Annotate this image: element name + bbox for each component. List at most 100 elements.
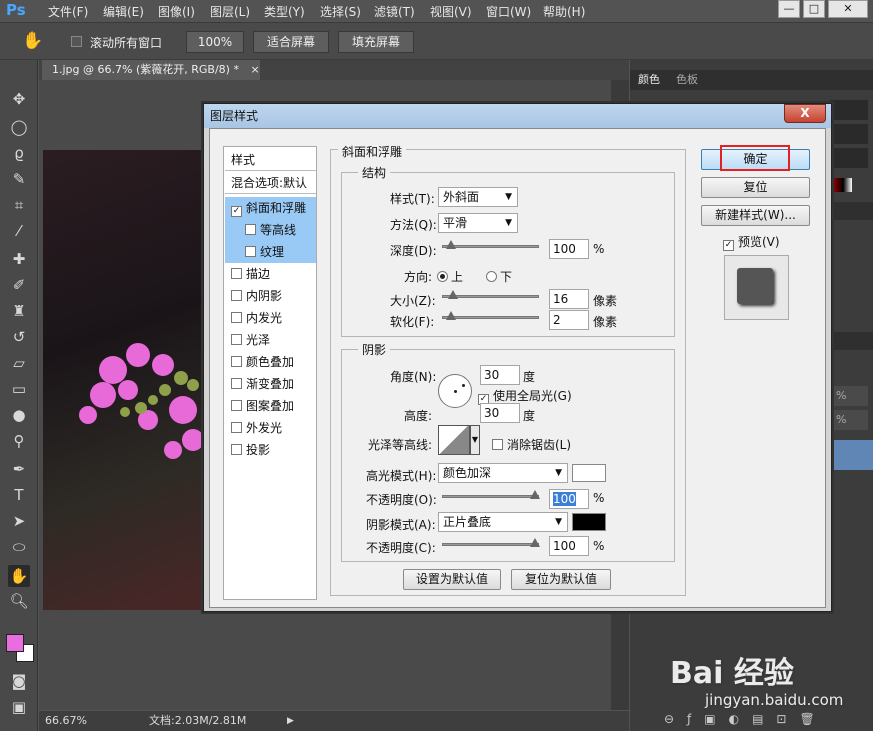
healing-brush-icon[interactable]: ✚ <box>8 248 30 270</box>
texture-checkbox[interactable] <box>245 246 256 257</box>
maximize-icon[interactable]: □ <box>803 0 825 18</box>
menu-file[interactable]: 文件(F) <box>48 3 88 20</box>
menu-filter[interactable]: 滤镜(T) <box>374 3 415 20</box>
eyedropper-icon[interactable]: ⁄ <box>8 220 30 242</box>
highlight-opacity-slider[interactable] <box>442 490 540 499</box>
depth-slider[interactable] <box>442 240 539 249</box>
blend-options-item[interactable]: 混合选项:默认 <box>225 172 316 194</box>
list-item-drop-shadow[interactable]: 投影 <box>225 439 316 461</box>
pen-tool-icon[interactable]: ✒ <box>8 458 30 480</box>
quick-mask-icon[interactable]: ◙ <box>8 670 30 692</box>
menu-help[interactable]: 帮助(H) <box>543 3 585 20</box>
make-default-button[interactable]: 设置为默认值 <box>403 569 501 590</box>
inner-shadow-checkbox[interactable] <box>231 290 242 301</box>
gradient-overlay-checkbox[interactable] <box>231 378 242 389</box>
history-brush-icon[interactable]: ↺ <box>8 326 30 348</box>
scroll-all-checkbox[interactable] <box>71 35 86 49</box>
foreground-color-swatch[interactable] <box>6 634 24 652</box>
radio-off-icon[interactable] <box>486 271 497 282</box>
highlight-mode-select[interactable]: 颜色加深 ▼ <box>438 463 568 483</box>
highlight-opacity-input[interactable]: 100 <box>549 489 589 509</box>
dialog-close-button[interactable]: X <box>784 104 826 123</box>
style-list-header[interactable]: 样式 <box>225 149 316 171</box>
menu-window[interactable]: 窗口(W) <box>486 3 531 20</box>
direction-down-radio[interactable]: 下 <box>486 268 512 285</box>
tab-swatches[interactable]: 色板 <box>676 70 698 90</box>
color-ramp[interactable] <box>830 178 852 192</box>
shadow-color-swatch[interactable] <box>572 513 606 531</box>
path-select-icon[interactable]: ➤ <box>8 510 30 532</box>
list-item-contour[interactable]: 等高线 <box>225 219 316 241</box>
soften-input[interactable]: 2 <box>549 310 589 330</box>
color-overlay-checkbox[interactable] <box>231 356 242 367</box>
menu-edit[interactable]: 编辑(E) <box>103 3 144 20</box>
checkbox-icon[interactable] <box>492 439 503 450</box>
angle-dial[interactable] <box>438 374 472 408</box>
zoom-100-button[interactable]: 100% <box>186 31 244 53</box>
slider-thumb[interactable] <box>446 311 456 321</box>
screen-mode-icon[interactable]: ▣ <box>8 696 30 718</box>
angle-input[interactable]: 30 <box>480 365 520 385</box>
check-icon[interactable]: ✓ <box>723 240 734 251</box>
bevel-checkbox[interactable]: ✓ <box>231 206 242 217</box>
list-item-bevel-emboss[interactable]: ✓ 斜面和浮雕 <box>225 197 316 219</box>
new-style-button[interactable]: 新建样式(W)... <box>701 205 810 226</box>
list-item-satin[interactable]: 光泽 <box>225 329 316 351</box>
zoom-level[interactable]: 66.67% <box>45 711 87 731</box>
document-tab[interactable]: 1.jpg @ 66.7% (紫薇花开, RGB/8) * × <box>42 60 260 80</box>
blur-tool-icon[interactable]: ● <box>8 404 30 426</box>
close-tab-icon[interactable]: × <box>250 63 259 76</box>
list-item-outer-glow[interactable]: 外发光 <box>225 417 316 439</box>
move-tool-icon[interactable]: ✥ <box>8 88 30 110</box>
close-window-icon[interactable]: ✕ <box>828 0 868 18</box>
tab-color[interactable]: 颜色 <box>638 70 660 90</box>
fit-screen-button[interactable]: 适合屏幕 <box>253 31 329 53</box>
list-item-pattern-overlay[interactable]: 图案叠加 <box>225 395 316 417</box>
opacity-field[interactable]: % <box>830 386 868 406</box>
pattern-overlay-checkbox[interactable] <box>231 400 242 411</box>
slider-thumb[interactable] <box>446 240 456 250</box>
type-tool-icon[interactable]: T <box>8 484 30 506</box>
list-item-gradient-overlay[interactable]: 渐变叠加 <box>225 373 316 395</box>
list-item-color-overlay[interactable]: 颜色叠加 <box>225 351 316 373</box>
outer-glow-checkbox[interactable] <box>231 422 242 433</box>
size-slider[interactable] <box>442 290 539 299</box>
list-item-inner-shadow[interactable]: 内阴影 <box>225 285 316 307</box>
bevel-style-select[interactable]: 外斜面 ▼ <box>438 187 518 207</box>
hand-tool-icon[interactable]: ✋ <box>22 31 43 51</box>
color-value-field[interactable] <box>830 148 868 168</box>
radio-on-icon[interactable] <box>437 271 448 282</box>
chevron-down-icon[interactable]: ▼ <box>470 425 480 455</box>
gradient-tool-icon[interactable]: ▭ <box>8 378 30 400</box>
slider-thumb[interactable] <box>448 290 458 300</box>
selected-layer-row[interactable] <box>830 440 873 470</box>
shape-tool-icon[interactable]: ⬭ <box>8 536 30 558</box>
stroke-checkbox[interactable] <box>231 268 242 279</box>
lasso-tool-icon[interactable]: ϱ <box>8 142 30 164</box>
brush-tool-icon[interactable]: ✐ <box>8 274 30 296</box>
list-item-inner-glow[interactable]: 内发光 <box>225 307 316 329</box>
antialias-checkbox[interactable]: 消除锯齿(L) <box>492 436 571 453</box>
altitude-input[interactable]: 30 <box>480 403 520 423</box>
shadow-opacity-slider[interactable] <box>442 538 540 547</box>
preview-checkbox[interactable]: ✓ 预览(V) <box>723 233 780 251</box>
drop-shadow-checkbox[interactable] <box>231 444 242 455</box>
status-arrow-icon[interactable]: ▶ <box>287 711 294 731</box>
shadow-mode-select[interactable]: 正片叠底 ▼ <box>438 512 568 532</box>
fill-screen-button[interactable]: 填充屏幕 <box>338 31 414 53</box>
dialog-titlebar[interactable]: 图层样式 <box>204 104 831 128</box>
zoom-tool-icon[interactable]: 🔍︎ <box>8 590 30 612</box>
size-input[interactable]: 16 <box>549 289 589 309</box>
menu-image[interactable]: 图像(I) <box>158 3 195 20</box>
eraser-tool-icon[interactable]: ▱ <box>8 352 30 374</box>
technique-select[interactable]: 平滑 ▼ <box>438 213 518 233</box>
hand-tool-icon[interactable]: ✋ <box>8 565 30 587</box>
list-item-texture[interactable]: 纹理 <box>225 241 316 263</box>
slider-thumb[interactable] <box>530 538 540 548</box>
color-value-field[interactable] <box>830 100 868 120</box>
reset-default-button[interactable]: 复位为默认值 <box>511 569 611 590</box>
depth-input[interactable]: 100 <box>549 239 589 259</box>
inner-glow-checkbox[interactable] <box>231 312 242 323</box>
document-photo[interactable] <box>43 150 205 610</box>
quick-select-icon[interactable]: ✎ <box>8 168 30 190</box>
